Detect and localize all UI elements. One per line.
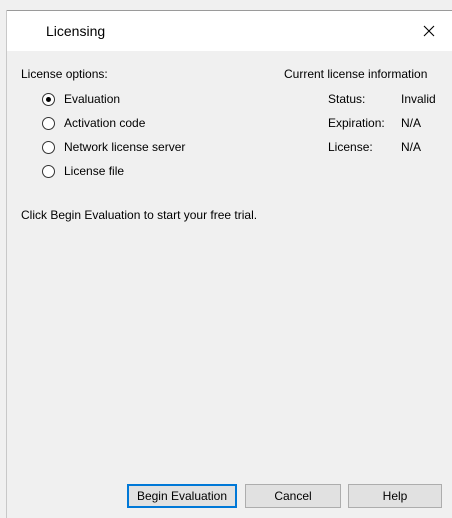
radio-button[interactable] bbox=[42, 164, 55, 178]
status-label: Status: bbox=[328, 92, 366, 106]
radio-button[interactable] bbox=[42, 92, 55, 106]
radio-label: Activation code bbox=[64, 116, 146, 130]
dialog-title: Licensing bbox=[46, 23, 106, 39]
radio-evaluation[interactable]: Evaluation bbox=[42, 91, 120, 107]
expiration-value: N/A bbox=[401, 116, 422, 130]
radio-network-license-server[interactable]: Network license server bbox=[42, 139, 185, 155]
close-icon bbox=[423, 25, 435, 36]
licensing-dialog: Licensing License options: Evaluation Ac… bbox=[6, 10, 452, 518]
radio-button[interactable] bbox=[42, 140, 55, 154]
radio-label: Evaluation bbox=[64, 92, 121, 106]
license-label: License: bbox=[328, 140, 373, 154]
radio-license-file[interactable]: License file bbox=[42, 163, 124, 179]
begin-evaluation-button[interactable]: Begin Evaluation bbox=[127, 484, 237, 508]
radio-button[interactable] bbox=[42, 116, 55, 130]
title-bar: Licensing bbox=[7, 10, 452, 51]
status-value: Invalid bbox=[401, 92, 436, 106]
license-info-heading: Current license information bbox=[284, 67, 428, 81]
license-value: N/A bbox=[401, 140, 422, 154]
expiration-label: Expiration: bbox=[328, 116, 385, 130]
help-button[interactable]: Help bbox=[348, 484, 442, 508]
radio-activation-code[interactable]: Activation code bbox=[42, 115, 145, 131]
cancel-button[interactable]: Cancel bbox=[245, 484, 341, 508]
license-options-heading: License options: bbox=[21, 67, 108, 81]
close-button[interactable] bbox=[406, 11, 452, 50]
radio-label: License file bbox=[64, 164, 125, 178]
instruction-message: Click Begin Evaluation to start your fre… bbox=[21, 208, 258, 222]
radio-label: Network license server bbox=[64, 140, 186, 154]
